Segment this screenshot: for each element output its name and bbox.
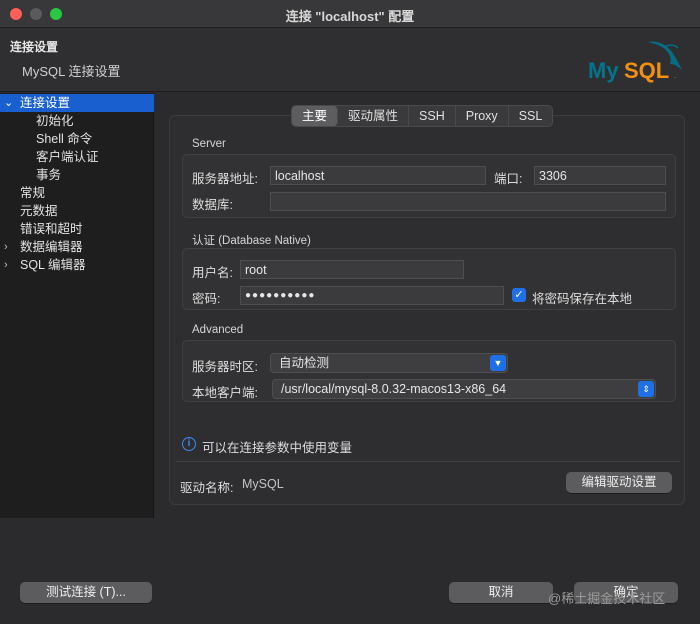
local-client-select[interactable]: /usr/local/mysql-8.0.32-macos13-x86_64 ⇕ (272, 379, 656, 399)
host-input[interactable]: localhost (270, 166, 486, 185)
window-title: 连接 "localhost" 配置 (285, 9, 415, 24)
tree-item-label: 初始化 (36, 114, 74, 128)
username-input[interactable]: root (240, 260, 464, 279)
chevron-down-icon: ⌄ (4, 97, 14, 109)
chevron-right-icon[interactable]: › (4, 238, 8, 256)
settings-tree: ⌄ 连接设置 初始化 Shell 命令 客户端认证 事务 常规 元数据 错误和超… (0, 93, 154, 518)
svg-text:.: . (674, 71, 676, 80)
tree-item-client-auth[interactable]: 客户端认证 (0, 148, 154, 166)
edit-driver-settings-button[interactable]: 编辑驱动设置 (566, 472, 672, 493)
chevron-right-icon[interactable]: › (4, 256, 8, 274)
driver-name-value: MySQL (242, 477, 284, 491)
header-title: 连接设置 (10, 40, 59, 54)
tab-main[interactable]: 主要 (292, 106, 339, 126)
auth-section-label: 认证 (Database Native) (192, 235, 311, 247)
test-connection-button[interactable]: 测试连接 (T)... (20, 582, 152, 603)
timezone-select[interactable]: 自动检测 ▼ (270, 353, 508, 373)
port-label: 端口: (494, 172, 523, 186)
tree-item-sql-editor[interactable]: › SQL 编辑器 (0, 256, 154, 274)
dialog-header: 连接设置 MySQL 连接设置 My SQL . (0, 28, 700, 92)
watermark: @稀土掘金技术社区 (548, 591, 666, 606)
svg-text:SQL: SQL (624, 58, 669, 83)
tree-item-label: 事务 (36, 168, 62, 182)
tree-item-data-editor[interactable]: › 数据编辑器 (0, 238, 154, 256)
dialog-footer (0, 518, 700, 624)
tree-item-label: 常规 (20, 186, 46, 200)
port-input[interactable]: 3306 (534, 166, 666, 185)
password-input[interactable]: ●●●●●●●●●● (240, 286, 504, 305)
local-client-value: /usr/local/mysql-8.0.32-macos13-x86_64 (281, 382, 507, 396)
tab-ssh[interactable]: SSH (409, 106, 456, 126)
updown-arrows-icon: ⇕ (638, 381, 654, 397)
advanced-section-label: Advanced (192, 324, 244, 336)
tab-ssl[interactable]: SSL (509, 106, 553, 126)
username-label: 用户名: (192, 266, 233, 280)
settings-panel: Server 服务器地址: localhost 端口: 3306 数据库: 认证… (169, 115, 685, 505)
chevron-down-icon: ▼ (490, 355, 506, 371)
tree-item-shell-commands[interactable]: Shell 命令 (0, 130, 154, 148)
database-input[interactable] (270, 192, 666, 211)
tree-item-label: 错误和超时 (20, 222, 83, 236)
save-password-label: 将密码保存在本地 (532, 292, 633, 306)
local-client-label: 本地客户端: (192, 386, 258, 400)
tree-item-errors-timeouts[interactable]: 错误和超时 (0, 220, 154, 238)
tree-item-label: 客户端认证 (36, 150, 99, 164)
tree-item-label: Shell 命令 (36, 132, 93, 146)
header-subtitle: MySQL 连接设置 (22, 64, 121, 79)
tab-proxy[interactable]: Proxy (456, 106, 509, 126)
tree-item-general[interactable]: 常规 (0, 184, 154, 202)
driver-name-label: 驱动名称: (180, 481, 234, 495)
save-password-checkbox[interactable]: ✓ (512, 288, 526, 302)
cancel-button[interactable]: 取消 (449, 582, 553, 603)
tree-item-label: 数据编辑器 (20, 240, 83, 254)
info-icon: i (182, 437, 196, 451)
divider (176, 461, 680, 462)
mysql-logo: My SQL . (588, 41, 682, 83)
timezone-value: 自动检测 (279, 356, 330, 370)
variables-info-text: 可以在连接参数中使用变量 (202, 441, 353, 455)
tree-item-transactions[interactable]: 事务 (0, 166, 154, 184)
title-bar: 连接 "localhost" 配置 (0, 0, 700, 28)
timezone-label: 服务器时区: (192, 360, 258, 374)
host-label: 服务器地址: (192, 172, 258, 186)
svg-text:My: My (588, 58, 619, 83)
tab-driver-properties[interactable]: 驱动属性 (338, 106, 410, 126)
tree-item-label: 元数据 (20, 204, 58, 218)
database-label: 数据库: (192, 198, 233, 212)
tree-item-label: SQL 编辑器 (20, 258, 86, 272)
main-content: Server 服务器地址: localhost 端口: 3306 数据库: 认证… (155, 93, 700, 518)
tree-item-metadata[interactable]: 元数据 (0, 202, 154, 220)
tree-item-label: 连接设置 (20, 96, 71, 110)
settings-tabs: 主要 驱动属性 SSH Proxy SSL (291, 105, 554, 127)
tree-item-connection-settings[interactable]: ⌄ 连接设置 (0, 94, 154, 112)
tree-item-init[interactable]: 初始化 (0, 112, 154, 130)
server-section-label: Server (192, 138, 226, 150)
password-label: 密码: (192, 292, 221, 306)
